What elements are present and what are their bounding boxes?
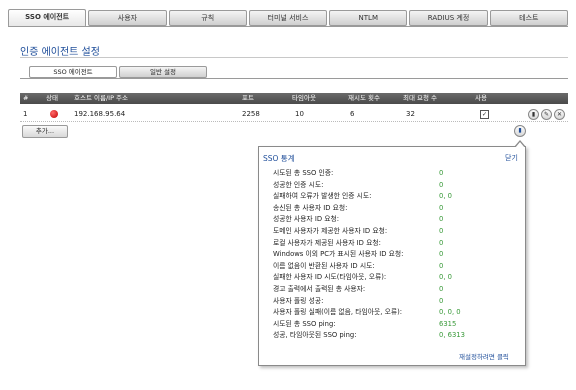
stat-value: 0: [439, 203, 444, 212]
stat-label: 실패한 사용자 ID 시도(타임아웃, 오류):: [273, 273, 387, 282]
stat-label: 경고 출력에서 출력된 총 사용자:: [273, 285, 366, 293]
stat-label: 성공한 인증 시도:: [273, 180, 324, 189]
tab-users[interactable]: 사용자: [88, 10, 167, 26]
stat-label: 시도된 총 SSO 인증:: [273, 169, 334, 177]
row-host: 192.168.95.64: [74, 110, 126, 118]
stat-value: 6315: [439, 319, 457, 328]
col-number: #: [23, 94, 29, 102]
subtab-sso-agent[interactable]: SSO 에이전트: [29, 66, 117, 78]
global-stats-icon[interactable]: ▮: [514, 125, 526, 137]
tab-radius-accounting[interactable]: RADIUS 계정: [409, 10, 488, 26]
stat-value: 0, 6313: [439, 331, 465, 340]
page-title: 인증 에이전트 설정: [20, 47, 100, 58]
table-header: # 상태 호스트 이름/IP 주소 포트 타임아웃 재시도 횟수 최대 요청 수…: [20, 93, 568, 104]
stat-value: 0, 0: [439, 192, 452, 201]
stat-row: 송신된 총 사용자 ID 요청: 0: [259, 203, 525, 214]
col-port[interactable]: 포트: [242, 93, 254, 104]
col-host[interactable]: 호스트 이름/IP 주소: [74, 93, 128, 104]
stat-value: 0: [439, 261, 444, 270]
stat-row: 성공, 타임아웃된 SSO ping: 0, 6313: [259, 330, 525, 341]
stat-row: Windows 이외 PC가 표시된 사용자 ID 요청: 0: [259, 249, 525, 260]
stat-label: 로컬 사용자가 제공된 사용자 ID 요청:: [273, 238, 381, 247]
stat-label: 이름 없음이 반환된 사용자 ID 시도:: [273, 261, 375, 270]
row-port: 2258: [242, 110, 260, 118]
stat-value: 0: [439, 238, 444, 247]
stat-value: 0: [439, 250, 444, 259]
stat-row: 실패한 사용자 ID 시도(타임아웃, 오류): 0, 0: [259, 272, 525, 283]
sub-tabs: SSO 에이전트 일반 설정: [29, 66, 207, 78]
col-timeout[interactable]: 타임아웃: [292, 93, 316, 104]
stat-row: 성공한 사용자 ID 요청: 0: [259, 214, 525, 225]
col-status[interactable]: 상태: [46, 93, 58, 104]
stat-row: 시도된 총 SSO ping: 6315: [259, 319, 525, 330]
status-red-dot-icon: [50, 110, 58, 118]
stat-row: 실패하여 오류가 발생한 인증 시도: 0, 0: [259, 191, 525, 202]
stat-row: 도메인 사용자가 제공한 사용자 ID 요청: 0: [259, 226, 525, 237]
stat-value: 0: [439, 296, 444, 305]
stat-value: 0, 0: [439, 273, 452, 282]
row-timeout: 10: [295, 110, 304, 118]
stat-label: 송신된 총 사용자 ID 요청:: [273, 203, 348, 212]
popup-title: SSO 통계: [263, 154, 295, 163]
stat-label: 실패하여 오류가 발생한 인증 시도:: [273, 192, 372, 201]
stat-label: Windows 이외 PC가 표시된 사용자 ID 요청:: [273, 250, 404, 259]
stat-row: 경고 출력에서 출력된 총 사용자: 0: [259, 284, 525, 295]
reset-link[interactable]: 재설정하려면 클릭: [459, 351, 509, 361]
stat-row: 시도된 총 SSO 인증: 0: [259, 168, 525, 179]
tab-test[interactable]: 테스트: [489, 10, 568, 26]
stat-row: 로컬 사용자가 제공된 사용자 ID 요청: 0: [259, 238, 525, 249]
col-retries[interactable]: 재시도 횟수: [348, 93, 380, 104]
stat-label: 성공한 사용자 ID 요청:: [273, 215, 340, 224]
tab-ntlm[interactable]: NTLM: [329, 10, 408, 26]
add-button[interactable]: 추가...: [22, 125, 68, 138]
title-divider: [20, 57, 568, 58]
tab-rules[interactable]: 규칙: [168, 10, 247, 26]
edit-icon[interactable]: ✎: [541, 109, 552, 120]
popup-pointer-inner: [515, 142, 525, 148]
popup-close-link[interactable]: 닫기: [505, 153, 518, 163]
enable-checkbox[interactable]: ✓: [480, 110, 489, 119]
stat-label: 도메인 사용자가 제공한 사용자 ID 요청:: [273, 227, 388, 235]
stat-row: 이름 없음이 반환된 사용자 ID 시도: 0: [259, 261, 525, 272]
stat-label: 성공, 타임아웃된 SSO ping:: [273, 331, 357, 340]
row-number: 1: [23, 110, 28, 118]
stats-icon[interactable]: ▮: [528, 109, 539, 120]
row-retries: 6: [350, 110, 355, 118]
row-divider: [20, 121, 568, 122]
tab-divider: [8, 26, 568, 27]
col-enable[interactable]: 사용: [475, 93, 487, 104]
subtab-divider: [20, 78, 568, 79]
row-max-requests: 32: [406, 110, 415, 118]
table-row: 1 192.168.95.64 2258 10 6 32 ✓ ▮ ✎ ✕: [20, 107, 568, 121]
stat-value: 0: [439, 180, 444, 189]
main-tabs: SSO 에이전트 사용자 규칙 터미널 서비스 NTLM RADIUS 계정 테…: [8, 9, 568, 27]
stat-value: 0, 0, 0: [439, 308, 461, 317]
delete-icon[interactable]: ✕: [554, 109, 565, 120]
stat-value: 0: [439, 215, 444, 224]
stat-row: 사용자 폴링 실패(이름 없음, 타임아웃, 오류): 0, 0, 0: [259, 307, 525, 318]
stat-value: 0: [439, 169, 444, 177]
stat-label: 사용자 폴링 실패(이름 없음, 타임아웃, 오류):: [273, 308, 403, 317]
tab-sso-agent[interactable]: SSO 에이전트: [8, 9, 87, 27]
stat-row: 사용자 폴링 성공: 0: [259, 296, 525, 307]
stat-label: 시도된 총 SSO ping:: [273, 319, 336, 328]
stat-value: 0: [439, 285, 444, 293]
subtab-general-settings[interactable]: 일반 설정: [119, 66, 207, 78]
sso-statistics-popup: SSO 통계 닫기 시도된 총 SSO 인증: 0 성공한 인증 시도: 0 실패하여 …: [258, 140, 526, 366]
stat-label: 사용자 폴링 성공:: [273, 296, 324, 305]
col-max-requests[interactable]: 최대 요청 수: [403, 93, 437, 104]
tab-terminal-services[interactable]: 터미널 서비스: [248, 10, 328, 26]
stat-row: 성공한 인증 시도: 0: [259, 180, 525, 191]
stat-value: 0: [439, 227, 444, 235]
